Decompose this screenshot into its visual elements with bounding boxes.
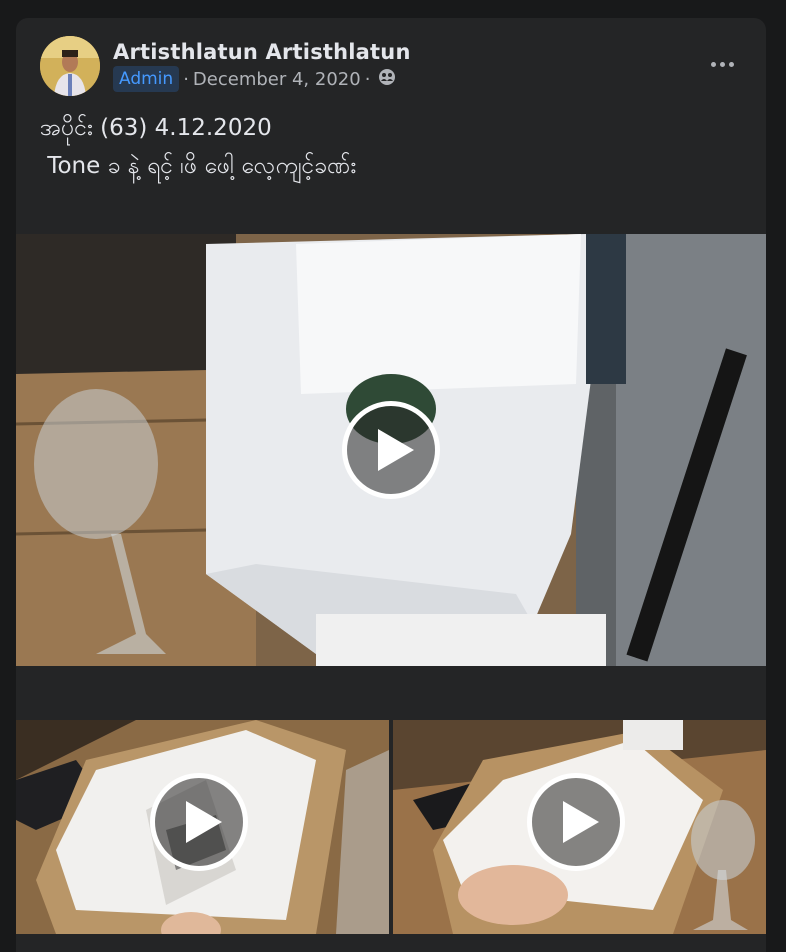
author-name[interactable]: Artisthlatun Artisthlatun	[113, 40, 411, 64]
play-icon	[562, 801, 599, 843]
more-dot-icon	[710, 61, 716, 67]
post-date[interactable]: December 4, 2020	[193, 69, 361, 90]
play-icon	[377, 429, 414, 471]
group-icon	[378, 68, 396, 91]
more-options-button[interactable]	[702, 52, 742, 76]
author-avatar[interactable]	[40, 36, 100, 96]
play-button[interactable]	[150, 773, 248, 871]
more-dot-icon	[728, 61, 734, 67]
post-card: Artisthlatun Artisthlatun Admin · Decemb…	[16, 18, 766, 952]
video-thumb-right[interactable]	[393, 720, 766, 934]
video-thumb-left[interactable]	[16, 720, 389, 934]
video-main[interactable]	[16, 234, 766, 666]
admin-badge[interactable]: Admin	[113, 66, 180, 92]
play-button[interactable]	[342, 401, 440, 499]
post-text: အပိုင်း (63) 4.12.2020 Tone ခ နဲ့ ရင့် ၊…	[40, 109, 356, 185]
play-icon	[185, 801, 222, 843]
more-dot-icon	[719, 61, 725, 67]
post-meta: Admin · December 4, 2020 ·	[113, 64, 396, 94]
meta-separator: ·	[183, 68, 189, 90]
post-text-line-1: အပိုင်း (63) 4.12.2020	[40, 115, 272, 141]
play-button[interactable]	[527, 773, 625, 871]
meta-separator-2: ·	[364, 68, 371, 90]
post-text-line-2: Tone ခ နဲ့ ရင့် ၊ဖိ ဖေါ့ လေ့ကျင့်ခဏ်း	[40, 153, 357, 179]
